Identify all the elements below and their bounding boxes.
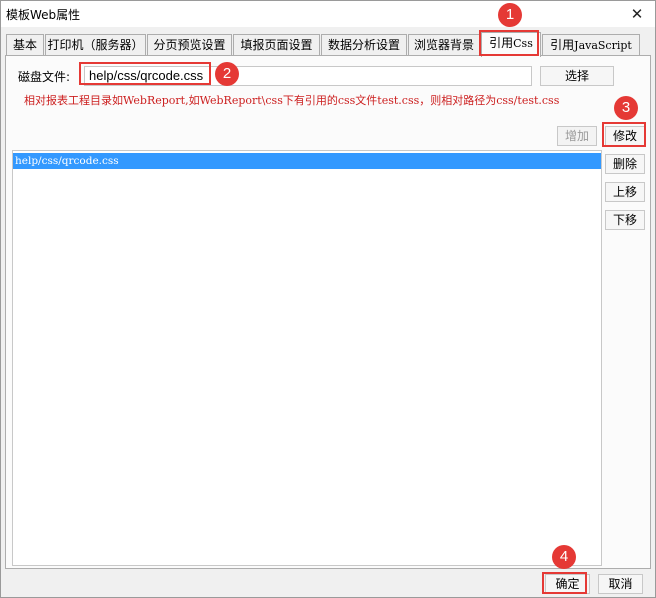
window-title: 模板Web属性	[6, 8, 81, 22]
title-bar: 模板Web属性 ✕	[1, 1, 655, 27]
list-item[interactable]: help/css/qrcode.css	[13, 153, 601, 169]
tab-page-preview-settings[interactable]: 分页预览设置	[147, 34, 232, 56]
cancel-button[interactable]: 取消	[598, 574, 643, 594]
tab-strip: 基本 打印机（服务器） 分页预览设置 填报页面设置 数据分析设置 浏览器背景 引…	[6, 32, 651, 57]
move-up-button[interactable]: 上移	[605, 182, 645, 202]
tab-printer-server[interactable]: 打印机（服务器）	[45, 34, 146, 56]
disk-file-input[interactable]: help/css/qrcode.css	[84, 66, 532, 86]
tab-basic[interactable]: 基本	[6, 34, 44, 56]
tab-reference-javascript[interactable]: 引用JavaScript	[542, 34, 640, 56]
step-marker-3: 3	[614, 96, 638, 120]
edit-button[interactable]: 修改	[605, 126, 645, 146]
ok-button[interactable]: 确定	[545, 574, 590, 594]
add-button[interactable]: 增加	[557, 126, 597, 146]
web-properties-dialog: 模板Web属性 ✕ 基本 打印机（服务器） 分页预览设置 填报页面设置 数据分析…	[0, 0, 656, 598]
tab-data-analysis-settings[interactable]: 数据分析设置	[321, 34, 407, 56]
tab-fill-page-settings[interactable]: 填报页面设置	[233, 34, 320, 56]
path-hint-text: 相对报表工程目录如WebReport,如WebReport\css下有引用的cs…	[24, 94, 560, 107]
close-icon[interactable]: ✕	[623, 1, 651, 27]
step-marker-4: 4	[552, 545, 576, 569]
disk-file-label: 磁盘文件:	[18, 70, 71, 84]
step-marker-2: 2	[215, 62, 239, 86]
tab-reference-css[interactable]: 引用Css	[481, 32, 541, 57]
css-tab-panel: 磁盘文件: help/css/qrcode.css 选择 相对报表工程目录如We…	[5, 55, 651, 569]
step-marker-1: 1	[498, 3, 522, 27]
delete-button[interactable]: 删除	[605, 154, 645, 174]
select-file-button[interactable]: 选择	[540, 66, 614, 86]
css-file-list[interactable]: help/css/qrcode.css	[12, 150, 602, 566]
tab-browser-background[interactable]: 浏览器背景	[408, 34, 480, 56]
move-down-button[interactable]: 下移	[605, 210, 645, 230]
